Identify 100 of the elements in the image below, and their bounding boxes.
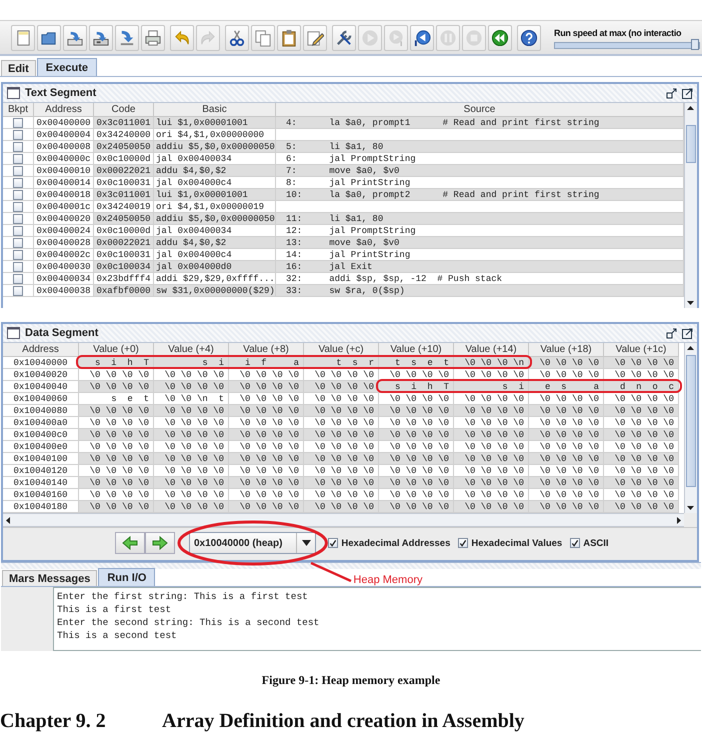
segment-dropdown[interactable]: 0x10040000 (heap): [189, 532, 316, 554]
table-cell: 0x00400000: [34, 117, 94, 129]
table-cell: \0 \0 \0 \0: [229, 393, 304, 405]
column-header[interactable]: Bkpt: [3, 103, 34, 117]
table-cell: 5: li $a1, 80: [276, 141, 684, 153]
table-cell: 0x3c011001: [94, 117, 154, 129]
table-cell: \0 \0 \0 \0: [79, 405, 154, 417]
table-cell: \0 \0 \0 \0: [379, 441, 454, 453]
table-cell: jal 0x004000c4: [154, 249, 276, 261]
table-cell: 32: addi $sp, $sp, -12 # Push stack: [276, 273, 684, 285]
table-cell: 0x00400004: [34, 129, 94, 141]
table-cell: 0x00400028: [34, 237, 94, 249]
table-cell: \0 \0 \0 \0: [454, 405, 529, 417]
table-cell: 0x0c10000d: [94, 153, 154, 165]
table-cell: \0 \0 \0 \0: [154, 477, 229, 489]
table-cell: \0 \0 \0 \0: [154, 429, 229, 441]
table-cell: \0 \0 \0 \0: [79, 441, 154, 453]
tab[interactable]: Run I/O: [98, 568, 156, 586]
table-cell: 0x10040120: [3, 465, 79, 477]
table-cell: 0x100400c0: [3, 429, 79, 441]
table-cell: \0 \0 \0 \0: [79, 489, 154, 501]
table-cell: \0 \0 \0 \0: [304, 381, 379, 393]
table-cell: 0x100400a0: [3, 417, 79, 429]
table-cell: \0 \0 \0 \0: [304, 429, 379, 441]
table-cell: \0 \0 \0 \0: [454, 501, 529, 513]
table-cell: \0 \0 \0 \0: [154, 405, 229, 417]
tab[interactable]: Execute: [36, 58, 97, 76]
table-cell: \0 \0 \0 \0: [454, 477, 529, 489]
table-cell: 0x00400018: [34, 189, 94, 201]
table-cell: 14: jal PrintString: [276, 249, 684, 261]
output-line: This is a second test: [57, 629, 178, 642]
table-cell: \0 \0 \0 \0: [79, 465, 154, 477]
table-cell: \0 \0 \0 \0: [379, 477, 454, 489]
column-header[interactable]: Value (+1c): [604, 343, 679, 357]
table-cell: 0x00022021: [94, 237, 154, 249]
table-cell: \0 \0 \0 \0: [229, 489, 304, 501]
table-cell: \0 \0 \0 \0: [79, 477, 154, 489]
table-cell: \0 \0 \0 \0: [229, 369, 304, 381]
column-header[interactable]: Code: [94, 103, 154, 117]
table-cell: \0 \0 \0 \0: [304, 501, 379, 513]
table-cell: 0x00400038: [34, 285, 94, 297]
table-cell: \0 \0 \0 \0: [604, 465, 679, 477]
table-cell: 0x3c011001: [94, 189, 154, 201]
table-cell: 4: la $a0, prompt1 # Read and print first string: [276, 117, 684, 129]
table-cell: 0x0c100031: [94, 249, 154, 261]
table-cell: \0 \0 \0 \0: [229, 417, 304, 429]
table-cell: \0 \0 \0 \0: [529, 453, 604, 465]
table-cell: \0 \0 \0 \0: [604, 441, 679, 453]
table-cell: 0x24050050: [94, 213, 154, 225]
checkbox-label: ASCII: [583, 538, 609, 548]
table-cell: \0 \0 \0 \0: [154, 453, 229, 465]
table-cell: \0 \0 \0 \0: [454, 429, 529, 441]
table-cell: \0 \0 \0 \0: [304, 441, 379, 453]
table-cell: \0 \0 \0 \0: [529, 489, 604, 501]
table-cell: \0 \0 \0 \0: [604, 501, 679, 513]
table-cell: \0 \0 \0 \0: [454, 441, 529, 453]
table-cell: \0 \0 \0 \0: [304, 369, 379, 381]
table-cell: 12: jal PromptString: [276, 225, 684, 237]
table-cell: \0 \0 \0 \0: [229, 501, 304, 513]
table-cell: 11: li $a1, 80: [276, 213, 684, 225]
table-cell: \0 \0 \0 \0: [79, 453, 154, 465]
table-cell: 0x00400014: [34, 177, 94, 189]
column-header[interactable]: Address: [34, 103, 94, 117]
column-header[interactable]: Basic: [154, 103, 276, 117]
table-cell: \0 \0 \n t: [154, 393, 229, 405]
table-cell: 0xafbf0000: [94, 285, 154, 297]
table-cell: \0 \0 \0 \0: [229, 441, 304, 453]
table-cell: 0x00400020: [34, 213, 94, 225]
table-cell: addu $4,$0,$2: [154, 237, 276, 249]
table-cell: \0 \0 \0 \0: [529, 393, 604, 405]
table-cell: 0x00022021: [94, 165, 154, 177]
table-cell: 0x00400030: [34, 261, 94, 273]
table-cell: \0 \0 \0 \0: [379, 453, 454, 465]
checkbox-label: Hexadecimal Values: [471, 538, 562, 548]
table-cell: 0x34240000: [94, 129, 154, 141]
table-cell: \0 \0 \0 \0: [529, 405, 604, 417]
table-cell: \0 \0 \0 \0: [304, 465, 379, 477]
table-cell: \0 \0 \0 \0: [604, 405, 679, 417]
table-cell: 6: jal PromptString: [276, 153, 684, 165]
chapter-number: Chapter 9. 2: [0, 710, 107, 733]
column-header[interactable]: Address: [3, 343, 79, 357]
table-cell: \0 \0 \0 \0: [229, 405, 304, 417]
table-cell: \0 \0 \0 \0: [229, 381, 304, 393]
tab[interactable]: Mars Messages: [2, 570, 98, 586]
table-cell: 0x10040020: [3, 369, 79, 381]
table-cell: \0 \0 \0 \0: [454, 489, 529, 501]
table-cell: \0 \0 \0 \0: [304, 489, 379, 501]
table-cell: addiu $5,$0,0x00000050: [154, 141, 276, 153]
table-cell: 0x0040000c: [34, 153, 94, 165]
table-cell: 0x10040080: [3, 405, 79, 417]
tab[interactable]: Edit: [1, 60, 36, 76]
table-cell: \0 \0 \0 \0: [229, 453, 304, 465]
column-header[interactable]: Source: [276, 103, 684, 117]
table-cell: \0 \0 \0 \0: [529, 417, 604, 429]
table-cell: \0 \0 \0 \0: [229, 477, 304, 489]
table-cell: \0 \0 \0 \0: [604, 357, 679, 369]
table-cell: \0 \0 \0 \0: [604, 453, 679, 465]
table-cell: \0 \0 \0 \0: [529, 501, 604, 513]
column-header[interactable]: Value (+18): [529, 343, 604, 357]
table-cell: \0 \0 \0 \0: [529, 429, 604, 441]
